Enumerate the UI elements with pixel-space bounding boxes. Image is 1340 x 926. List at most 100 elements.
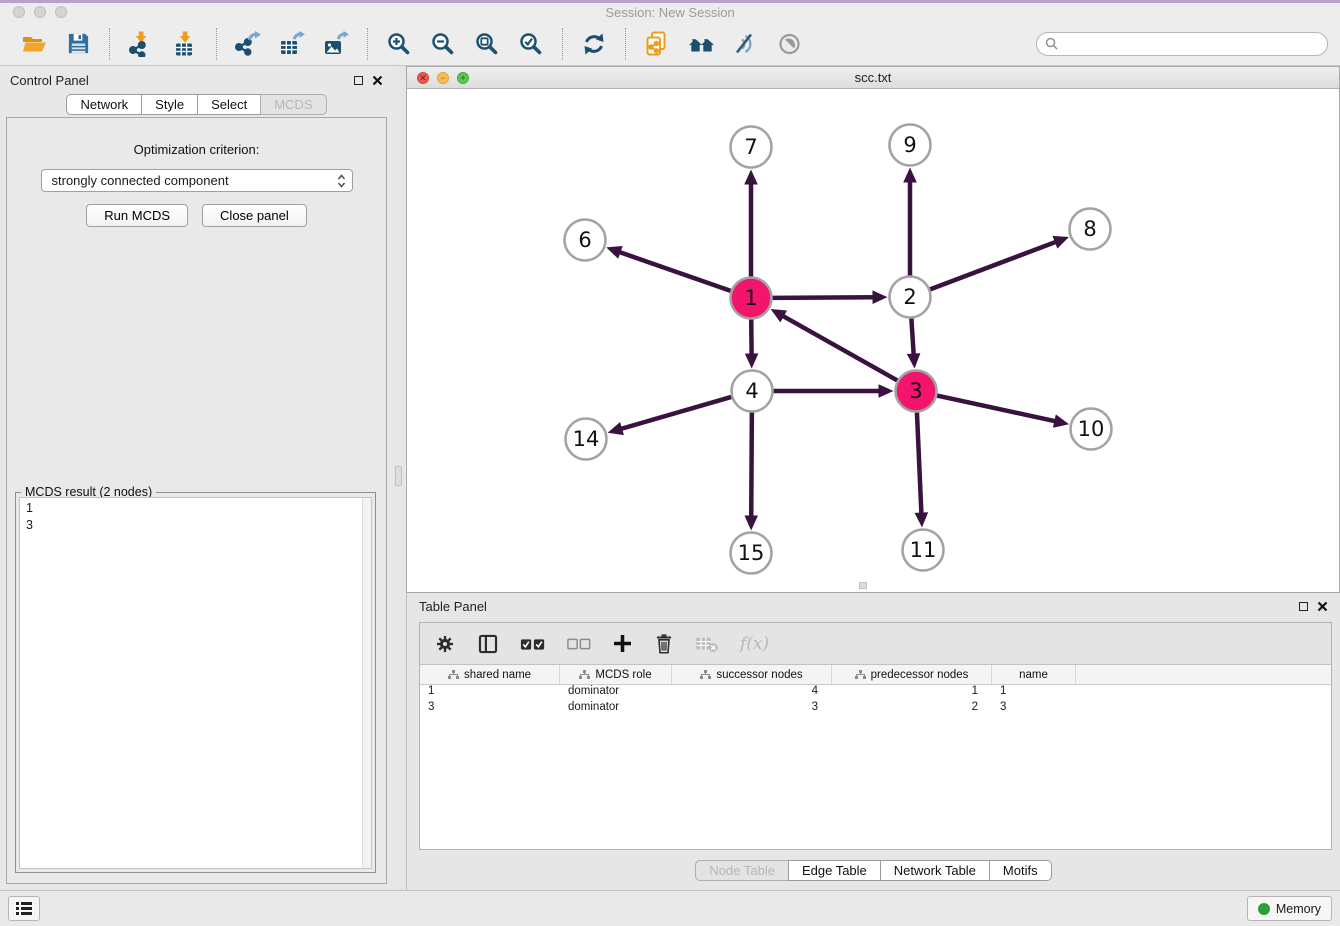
zoom-in-button[interactable] (384, 29, 414, 59)
graph-edge-arrowhead (915, 512, 929, 527)
graph-edge-arrowhead (879, 384, 894, 398)
network-close-button[interactable]: ✕ (417, 72, 429, 84)
tab-motifs[interactable]: Motifs (989, 860, 1052, 881)
graph-edge-1-2[interactable] (772, 297, 874, 298)
float-panel-icon[interactable] (1299, 602, 1308, 611)
mcds-result-textarea[interactable]: 1 3 (19, 497, 372, 869)
tab-edge-table[interactable]: Edge Table (788, 860, 881, 881)
result-scrollbar[interactable] (362, 498, 371, 868)
table-row[interactable]: 1 dominator 4 1 1 (420, 685, 1331, 701)
graph-edge-4-14[interactable] (620, 397, 731, 429)
task-list-icon (15, 901, 33, 916)
tab-select[interactable]: Select (197, 94, 261, 115)
tab-mcds[interactable]: MCDS (260, 94, 326, 115)
graph-edge-2-3[interactable] (911, 318, 913, 355)
graph-edge-4-15[interactable] (751, 412, 752, 517)
clone-network-button[interactable] (642, 29, 672, 59)
toolbar-search[interactable] (1036, 32, 1328, 56)
app-title: Session: New Session (0, 3, 1340, 22)
cell-successor-nodes[interactable]: 4 (672, 685, 832, 701)
select-all-checkboxes-icon[interactable] (520, 635, 546, 653)
table-panel-title: Table Panel (419, 599, 487, 614)
tab-node-table[interactable]: Node Table (695, 860, 789, 881)
zoom-fit-icon (474, 31, 500, 57)
cell-mcds-role[interactable]: dominator (560, 701, 672, 717)
node-table-container: f(x) shared name MCDS role (419, 622, 1332, 850)
hide-graphics-details-button[interactable] (730, 29, 760, 59)
save-session-button[interactable] (63, 29, 93, 59)
close-panel-icon[interactable] (372, 75, 383, 86)
zoom-out-button[interactable] (428, 29, 458, 59)
tab-network-table[interactable]: Network Table (880, 860, 990, 881)
graph-node-label: 8 (1083, 217, 1096, 241)
cell-name[interactable]: 3 (992, 701, 1076, 717)
mcds-result-group: MCDS result (2 nodes) 1 3 (15, 492, 376, 873)
cell-predecessor-nodes[interactable]: 2 (832, 701, 992, 717)
add-column-icon[interactable] (612, 633, 633, 654)
column-header-predecessor-nodes[interactable]: predecessor nodes (832, 665, 992, 684)
network-minimize-button[interactable]: − (437, 72, 449, 84)
toolbar-separator (109, 28, 110, 60)
zoom-selected-button[interactable] (516, 29, 546, 59)
cell-successor-nodes[interactable]: 3 (672, 701, 832, 717)
show-column-panel-icon[interactable] (477, 633, 499, 655)
zoom-out-icon (430, 31, 456, 57)
network-canvas[interactable]: 7968124314101511 (407, 89, 1339, 592)
graph-edge-3-11[interactable] (917, 412, 921, 514)
tab-style[interactable]: Style (141, 94, 198, 115)
export-image-button[interactable] (321, 29, 351, 59)
cell-shared-name[interactable]: 3 (420, 701, 560, 717)
import-table-button[interactable] (170, 29, 200, 59)
cell-mcds-role[interactable]: dominator (560, 685, 672, 701)
open-folder-icon (21, 31, 47, 57)
toolbar-separator (625, 28, 626, 60)
column-header-name[interactable]: name (992, 665, 1076, 684)
graph-node-label: 9 (903, 133, 916, 157)
control-panel-title: Control Panel (10, 73, 89, 88)
home-icon (688, 31, 715, 57)
close-panel-icon[interactable] (1317, 601, 1328, 612)
refresh-view-button[interactable] (579, 29, 609, 59)
task-history-button[interactable] (8, 896, 40, 921)
dropdown-arrows-icon (337, 174, 346, 188)
network-window-titlebar[interactable]: ✕ − + scc.txt (407, 67, 1339, 89)
close-panel-button[interactable]: Close panel (202, 204, 307, 227)
graph-edge-3-1[interactable] (782, 315, 897, 380)
delete-column-trash-icon[interactable] (654, 633, 674, 655)
birds-eye-view-button[interactable] (774, 29, 804, 59)
table-options-gear-icon[interactable] (434, 633, 456, 655)
graph-edge-2-8[interactable] (930, 242, 1057, 290)
graph-node-label: 15 (738, 541, 765, 565)
zoom-fit-button[interactable] (472, 29, 502, 59)
network-maximize-button[interactable]: + (457, 72, 469, 84)
graph-edge-arrowhead (608, 422, 624, 435)
graph-edge-1-6[interactable] (619, 252, 731, 291)
table-toolbar: f(x) (420, 623, 1331, 665)
search-icon (1045, 37, 1058, 50)
table-row[interactable]: 3 dominator 3 2 3 (420, 701, 1331, 717)
cell-shared-name[interactable]: 1 (420, 685, 560, 701)
column-header-mcds-role[interactable]: MCDS role (560, 665, 672, 684)
column-type-icon (855, 670, 866, 680)
float-panel-icon[interactable] (354, 76, 363, 85)
export-network-button[interactable] (233, 29, 263, 59)
tab-network[interactable]: Network (66, 94, 142, 115)
search-input[interactable] (1063, 36, 1319, 52)
cell-predecessor-nodes[interactable]: 1 (832, 685, 992, 701)
graph-node-label: 7 (744, 135, 757, 159)
memory-button[interactable]: Memory (1247, 896, 1332, 921)
graph-edge-3-10[interactable] (937, 396, 1056, 422)
export-table-button[interactable] (277, 29, 307, 59)
open-session-button[interactable] (19, 29, 49, 59)
run-mcds-button[interactable]: Run MCDS (86, 204, 188, 227)
column-header-shared-name[interactable]: shared name (420, 665, 560, 684)
control-panel: Control Panel Network Style Select MCDS … (0, 66, 393, 890)
cell-name[interactable]: 1 (992, 685, 1076, 701)
canvas-resize-handle[interactable] (859, 582, 867, 589)
optimization-criterion-dropdown[interactable]: strongly connected component (41, 169, 353, 192)
home-layout-button[interactable] (686, 29, 716, 59)
column-header-successor-nodes[interactable]: successor nodes (672, 665, 832, 684)
panel-splitter-handle[interactable] (395, 466, 402, 486)
deselect-all-checkboxes-icon[interactable] (567, 636, 591, 652)
import-network-button[interactable] (126, 29, 156, 59)
